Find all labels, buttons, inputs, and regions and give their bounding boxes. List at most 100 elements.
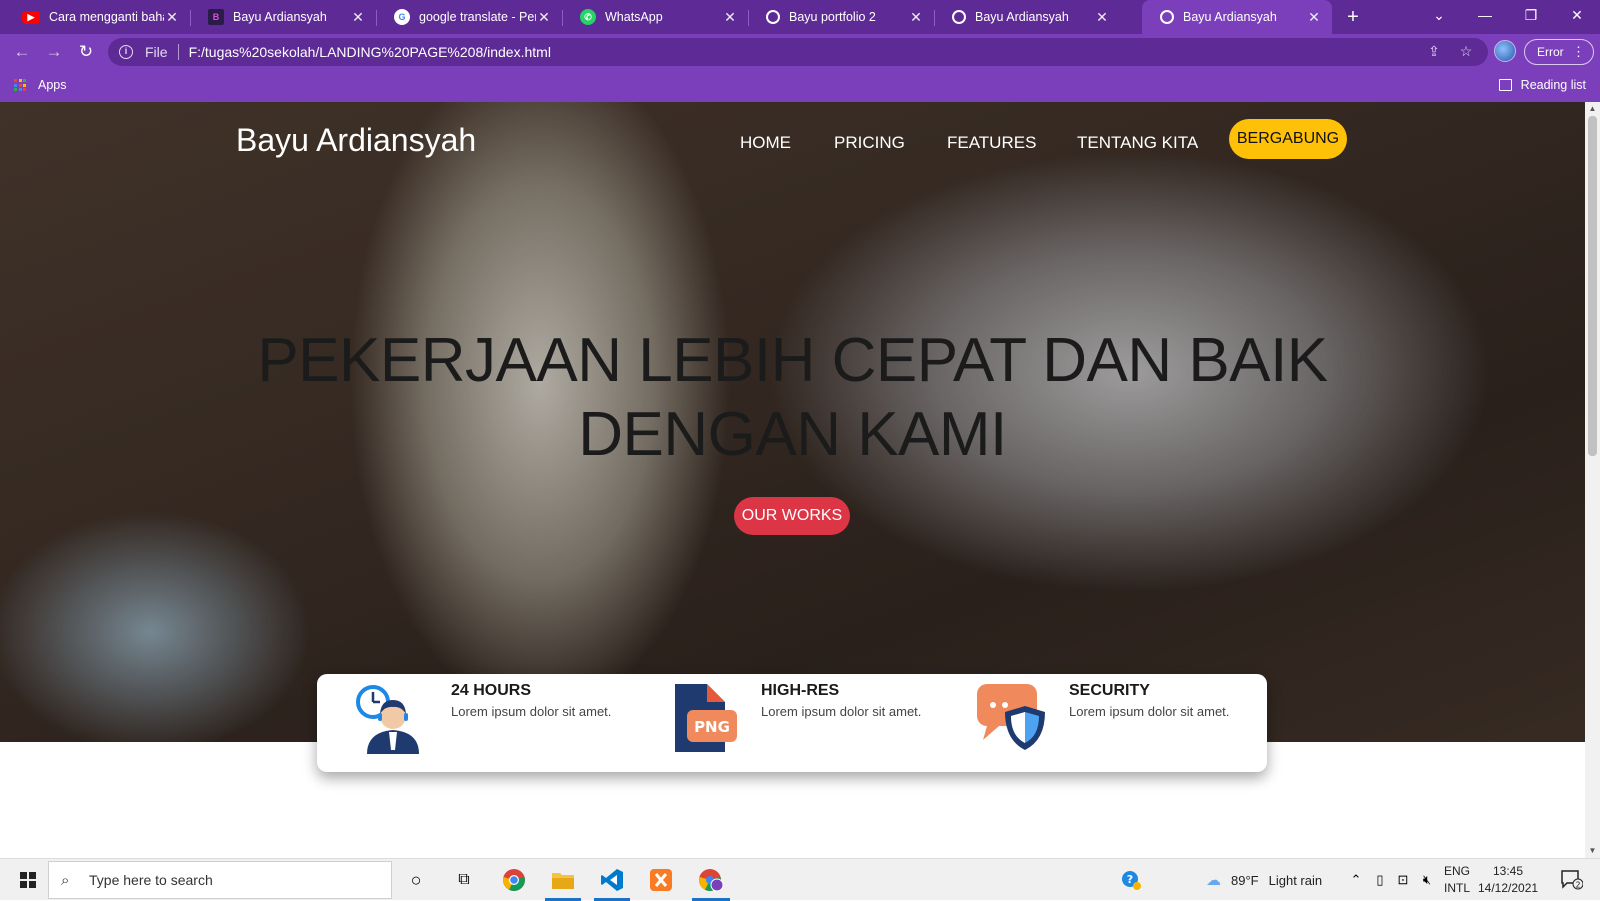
feature-title: 24 HOURS bbox=[451, 682, 532, 699]
tab-google-translate[interactable]: G google translate - Pene ✕ bbox=[376, 0, 562, 34]
network-icon[interactable]: ⊡ bbox=[1392, 859, 1414, 901]
reading-list-button[interactable]: Reading list bbox=[1498, 78, 1586, 92]
language-line1: ENG bbox=[1443, 864, 1470, 878]
hero-headline-line1: PEKERJAAN LEBIH CEPAT DAN BAIK bbox=[257, 326, 1328, 395]
clock-time: 13:45 bbox=[1492, 864, 1524, 878]
address-bar[interactable]: i File F:/tugas%20sekolah/LANDING%20PAGE… bbox=[108, 38, 1488, 66]
search-icon: ⌕ bbox=[61, 872, 70, 889]
help-icon: ? bbox=[1122, 871, 1141, 890]
language-indicator[interactable]: ENG INTL bbox=[1442, 863, 1472, 897]
forward-arrow-icon[interactable]: → bbox=[42, 40, 66, 64]
chrome-icon bbox=[503, 869, 525, 891]
hero-section: Bayu Ardiansyah HOME PRICING FEATURES TE… bbox=[0, 102, 1585, 742]
feature-high-res: PNG HIGH-RES Lorem ipsum dolor sit amet. bbox=[633, 674, 949, 772]
scroll-down-icon[interactable]: ▼ bbox=[1585, 844, 1600, 858]
site-brand[interactable]: Bayu Ardiansyah bbox=[236, 122, 476, 159]
search-placeholder: Type here to search bbox=[89, 872, 213, 888]
profile-error-button[interactable]: Error ⋮ bbox=[1524, 39, 1594, 65]
address-url[interactable]: F:/tugas%20sekolah/LANDING%20PAGE%208/in… bbox=[189, 44, 551, 60]
error-label: Error bbox=[1537, 45, 1564, 59]
close-icon[interactable]: ✕ bbox=[536, 9, 552, 26]
hero-headline-line2: DENGAN KAMI bbox=[578, 400, 1007, 469]
notification-count: 2 bbox=[1575, 881, 1580, 890]
feature-description: Lorem ipsum dolor sit amet. bbox=[1069, 704, 1230, 719]
weather-temp: 89°F bbox=[1231, 872, 1259, 888]
new-tab-button[interactable]: + bbox=[1342, 6, 1364, 28]
support-agent-clock-icon bbox=[356, 685, 419, 754]
clock-date: 14/12/2021 bbox=[1478, 881, 1539, 895]
notifications-button[interactable]: 2 bbox=[1552, 859, 1592, 901]
close-window-icon[interactable]: ✕ bbox=[1554, 0, 1600, 30]
windows-taskbar: ⌕ Type here to search ○ ⧉ ? ☁ 89°F Light… bbox=[0, 858, 1600, 901]
whatsapp-icon: ✆ bbox=[580, 9, 596, 25]
tab-title: Bayu Ardiansyah bbox=[1183, 10, 1277, 24]
tab-title: Bayu Ardiansyah bbox=[233, 10, 327, 24]
speaker-muted-icon[interactable]: 🔇︎ bbox=[1416, 859, 1438, 901]
tab-bayu-ardiansyah-2[interactable]: Bayu Ardiansyah ✕ bbox=[934, 0, 1120, 34]
address-scheme-label: File bbox=[145, 44, 168, 60]
file-explorer-taskbar-icon[interactable] bbox=[541, 859, 585, 901]
nav-pricing[interactable]: PRICING bbox=[834, 126, 905, 160]
help-tray-icon[interactable]: ? bbox=[1114, 859, 1148, 901]
tab-bayu-portfolio-2[interactable]: Bayu portfolio 2 ✕ bbox=[748, 0, 934, 34]
tab-title: Bayu Ardiansyah bbox=[975, 10, 1069, 24]
back-arrow-icon[interactable]: ← bbox=[10, 40, 34, 64]
close-icon[interactable]: ✕ bbox=[350, 9, 366, 26]
reading-list-label: Reading list bbox=[1520, 78, 1586, 92]
nav-home[interactable]: HOME bbox=[740, 126, 791, 160]
apps-shortcut[interactable]: Apps bbox=[14, 78, 67, 92]
feature-security: SECURITY Lorem ipsum dolor sit amet. bbox=[949, 674, 1267, 772]
address-divider bbox=[177, 44, 179, 60]
tab-cara-mengganti[interactable]: ▶ Cara mengganti bahasa ✕ bbox=[4, 0, 190, 34]
bookmarks-bar: Apps Reading list bbox=[0, 70, 1600, 102]
chrome-taskbar-icon[interactable] bbox=[492, 859, 536, 901]
close-icon[interactable]: ✕ bbox=[722, 9, 738, 26]
tab-bayu-ardiansyah-1[interactable]: B Bayu Ardiansyah ✕ bbox=[190, 0, 376, 34]
page-scrollbar[interactable]: ▲ ▼ bbox=[1585, 102, 1600, 858]
hero-headline: PEKERJAAN LEBIH CEPAT DAN BAIK DENGAN KA… bbox=[0, 324, 1585, 472]
info-icon[interactable]: i bbox=[119, 45, 133, 59]
restore-icon[interactable]: ❐ bbox=[1508, 0, 1554, 30]
scroll-up-icon[interactable]: ▲ bbox=[1585, 102, 1600, 116]
join-button[interactable]: BERGABUNG bbox=[1229, 119, 1347, 159]
globe-icon bbox=[1160, 10, 1174, 24]
profile-avatar-icon[interactable] bbox=[1494, 40, 1516, 62]
vscode-taskbar-icon[interactable] bbox=[590, 859, 634, 901]
feature-title: SECURITY bbox=[1069, 682, 1150, 699]
cortana-icon[interactable]: ○ bbox=[396, 859, 436, 901]
close-icon[interactable]: ✕ bbox=[1306, 9, 1322, 26]
nav-features[interactable]: FEATURES bbox=[947, 126, 1036, 160]
taskbar-clock[interactable]: 13:45 14/12/2021 bbox=[1478, 863, 1538, 897]
star-bookmark-icon[interactable]: ☆ bbox=[1456, 43, 1476, 61]
close-icon[interactable]: ✕ bbox=[1094, 9, 1110, 26]
our-works-button[interactable]: OUR WORKS bbox=[734, 497, 850, 535]
close-icon[interactable]: ✕ bbox=[164, 9, 180, 26]
scroll-thumb[interactable] bbox=[1588, 116, 1597, 456]
chat-shield-icon bbox=[977, 684, 1045, 750]
apps-label: Apps bbox=[38, 78, 67, 92]
chrome-profile-taskbar-icon[interactable] bbox=[688, 859, 734, 901]
chrome-profile-icon bbox=[699, 869, 724, 892]
tab-search-icon[interactable]: ⌄ bbox=[1416, 0, 1462, 30]
feature-title: HIGH-RES bbox=[761, 682, 840, 699]
task-view-icon[interactable]: ⧉ bbox=[444, 859, 484, 901]
tab-title: WhatsApp bbox=[605, 10, 663, 24]
rain-cloud-icon: ☁ bbox=[1206, 872, 1221, 889]
more-menu-icon[interactable]: ⋮ bbox=[1572, 40, 1585, 64]
reload-icon[interactable]: ↻ bbox=[74, 40, 98, 64]
nav-tentang-kita[interactable]: TENTANG KITA bbox=[1077, 126, 1198, 160]
browser-toolbar: ← → ↻ i File F:/tugas%20sekolah/LANDING%… bbox=[0, 34, 1600, 70]
png-file-icon: PNG bbox=[675, 684, 737, 752]
device-icon[interactable]: ▯ bbox=[1370, 859, 1390, 901]
close-icon[interactable]: ✕ bbox=[908, 9, 924, 26]
xampp-taskbar-icon[interactable] bbox=[639, 859, 683, 901]
start-button[interactable] bbox=[8, 859, 48, 901]
chevron-up-icon[interactable]: ⌃ bbox=[1346, 859, 1366, 901]
minimize-icon[interactable]: — bbox=[1462, 0, 1508, 30]
tab-title: google translate - Pene bbox=[419, 10, 536, 24]
tab-bayu-ardiansyah-active[interactable]: Bayu Ardiansyah ✕ bbox=[1142, 0, 1332, 34]
weather-widget[interactable]: ☁ 89°F Light rain bbox=[1206, 859, 1322, 901]
share-icon[interactable]: ⇪ bbox=[1424, 43, 1444, 61]
tab-whatsapp[interactable]: ✆ WhatsApp ✕ bbox=[562, 0, 748, 34]
taskbar-search-box[interactable]: ⌕ Type here to search bbox=[48, 861, 392, 899]
